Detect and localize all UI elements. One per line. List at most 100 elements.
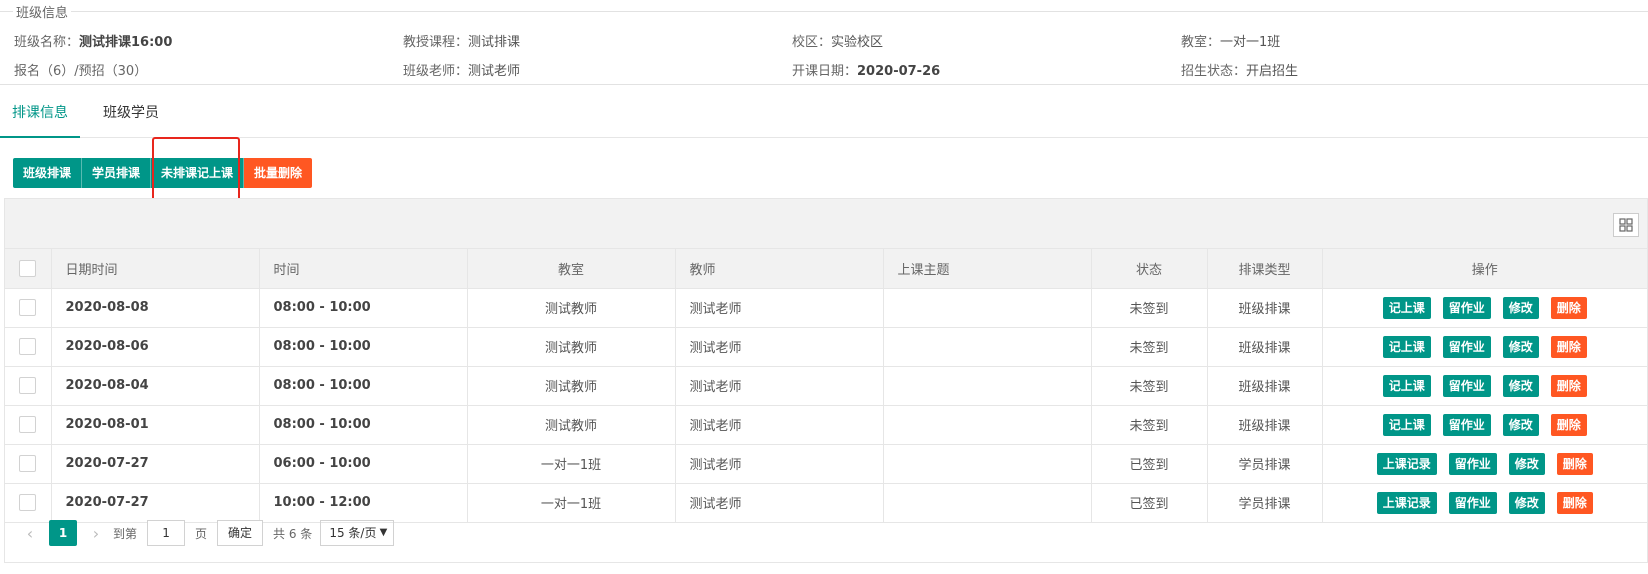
cell-room: 测试教师 [467,366,676,406]
table-row: 2020-08-08 08:00 - 10:00 测试教师 测试老师 未签到 班级排课 记上… [5,288,1647,328]
column-filter-icon[interactable] [1613,213,1639,237]
row-select-cell[interactable] [5,405,52,445]
schedule-grid: 日期时间 时间 教室 教师 上课主题 状态 排课类型 操作 2020-08-08… [5,249,1647,523]
select-all-cell[interactable] [5,249,52,289]
assign-homework-button[interactable]: 留作业 [1442,374,1491,397]
current-page[interactable]: 1 [49,520,77,546]
batch-delete-button[interactable]: 批量删除 [244,158,313,188]
cell-topic [883,444,1092,484]
cell-status: 已签到 [1091,444,1208,484]
row-checkbox[interactable] [19,416,37,433]
col-header-ops: 操作 [1322,249,1647,289]
edit-button[interactable]: 修改 [1502,335,1539,358]
edit-button[interactable]: 修改 [1502,413,1539,436]
row-select-cell[interactable] [5,288,52,328]
goto-confirm-button[interactable]: 确定 [217,520,264,546]
cell-status: 未签到 [1091,366,1208,406]
cell-ops: 记上课 留作业 修改 删除 [1322,405,1647,445]
row-checkbox[interactable] [19,299,37,316]
cell-topic [883,405,1092,445]
unscheduled-record-button[interactable]: 未排课记上课 [151,158,245,188]
tab-bar: 排课信息 班级学员 [0,97,1648,138]
tab-schedule-info[interactable]: 排课信息 [0,97,80,138]
info-class-name: 班级名称：测试排课16:00 [14,35,173,50]
cell-teacher: 测试老师 [675,405,884,445]
record-class-button[interactable]: 记上课 [1382,413,1431,436]
cell-time: 08:00 - 10:00 [259,405,468,445]
col-header-time: 时间 [259,249,468,289]
cell-topic [883,327,1092,367]
cell-date: 2020-08-08 [51,288,260,328]
cell-topic [883,366,1092,406]
select-all-checkbox[interactable] [19,259,37,277]
cell-room: 一对一1班 [467,444,676,484]
cell-topic [883,288,1092,328]
page-unit-label: 页 [195,526,208,541]
info-row-2: 报名（6）/预招（30） 班级老师：测试老师 开课日期：2020-07-26 招… [0,60,1648,80]
edit-button[interactable]: 修改 [1502,296,1539,319]
record-class-button[interactable]: 上课记录 [1376,452,1437,475]
schedule-table: 日期时间 时间 教室 教师 上课主题 状态 排课类型 操作 2020-08-08… [4,198,1648,563]
cell-teacher: 测试老师 [675,327,884,367]
info-class-teacher: 班级老师：测试老师 [403,64,521,79]
assign-homework-button[interactable]: 留作业 [1448,452,1497,475]
row-select-cell[interactable] [5,366,52,406]
grid-columns-icon [1619,218,1633,232]
goto-page-input[interactable] [147,520,186,546]
cell-teacher: 测试老师 [675,444,884,484]
cell-date: 2020-08-01 [51,405,260,445]
cell-room: 测试教师 [467,405,676,445]
assign-homework-button[interactable]: 留作业 [1442,335,1491,358]
tab-class-students[interactable]: 班级学员 [91,97,171,138]
student-schedule-button[interactable]: 学员排课 [82,158,152,188]
pagination: ‹ 1 › 到第 页 确定 共 6 条 15 条/页▼ [5,509,1647,557]
cell-time: 06:00 - 10:00 [259,444,468,484]
action-button-group: 班级排课 学员排课 未排课记上课 批量删除 [13,158,313,188]
cell-time: 08:00 - 10:00 [259,366,468,406]
table-header-row: 日期时间 时间 教室 教师 上课主题 状态 排课类型 操作 [5,249,1647,289]
record-class-button[interactable]: 记上课 [1382,374,1431,397]
cell-date: 2020-07-27 [51,444,260,484]
delete-button[interactable]: 删除 [1550,296,1587,319]
record-class-button[interactable]: 记上课 [1382,335,1431,358]
cell-room: 测试教师 [467,327,676,367]
assign-homework-button[interactable]: 留作业 [1442,413,1491,436]
class-info-legend: 班级信息 [13,2,72,21]
edit-button[interactable]: 修改 [1502,374,1539,397]
delete-button[interactable]: 删除 [1550,335,1587,358]
cell-status: 未签到 [1091,327,1208,367]
delete-button[interactable]: 删除 [1550,413,1587,436]
row-checkbox[interactable] [19,377,37,394]
table-row: 2020-08-06 08:00 - 10:00 测试教师 测试老师 未签到 班级排课 记上… [5,327,1647,367]
cell-room: 测试教师 [467,288,676,328]
table-toolbar [5,199,1647,249]
delete-button[interactable]: 删除 [1550,374,1587,397]
cell-type: 班级排课 [1207,366,1323,406]
cell-type: 班级排课 [1207,327,1323,367]
row-checkbox[interactable] [19,338,37,355]
goto-label: 到第 [113,526,138,541]
prev-page-icon[interactable]: ‹ [19,524,41,543]
assign-homework-button[interactable]: 留作业 [1442,296,1491,319]
record-class-button[interactable]: 记上课 [1382,296,1431,319]
col-header-status: 状态 [1091,249,1208,289]
row-checkbox[interactable] [19,455,37,472]
cell-time: 08:00 - 10:00 [259,288,468,328]
info-course: 教授课程：测试排课 [403,35,521,50]
cell-ops: 记上课 留作业 修改 删除 [1322,327,1647,367]
class-info-panel: 班级信息 班级名称：测试排课16:00 教授课程：测试排课 校区：实验校区 教室… [0,2,1648,85]
row-select-cell[interactable] [5,327,52,367]
info-classroom: 教室：一对一1班 [1181,35,1281,50]
cell-date: 2020-08-06 [51,327,260,367]
class-schedule-button[interactable]: 班级排课 [13,158,83,188]
table-body: 2020-08-08 08:00 - 10:00 测试教师 测试老师 未签到 班级排课 记上… [5,288,1647,523]
edit-button[interactable]: 修改 [1508,452,1545,475]
next-page-icon[interactable]: › [85,524,107,543]
col-header-type: 排课类型 [1207,249,1323,289]
row-select-cell[interactable] [5,444,52,484]
cell-type: 班级排课 [1207,288,1323,328]
page-size-select[interactable]: 15 条/页 ▼ [320,520,395,546]
delete-button[interactable]: 删除 [1556,452,1593,475]
info-start-date: 开课日期：2020-07-26 [792,64,941,79]
total-count: 共 6 条 [273,526,313,541]
